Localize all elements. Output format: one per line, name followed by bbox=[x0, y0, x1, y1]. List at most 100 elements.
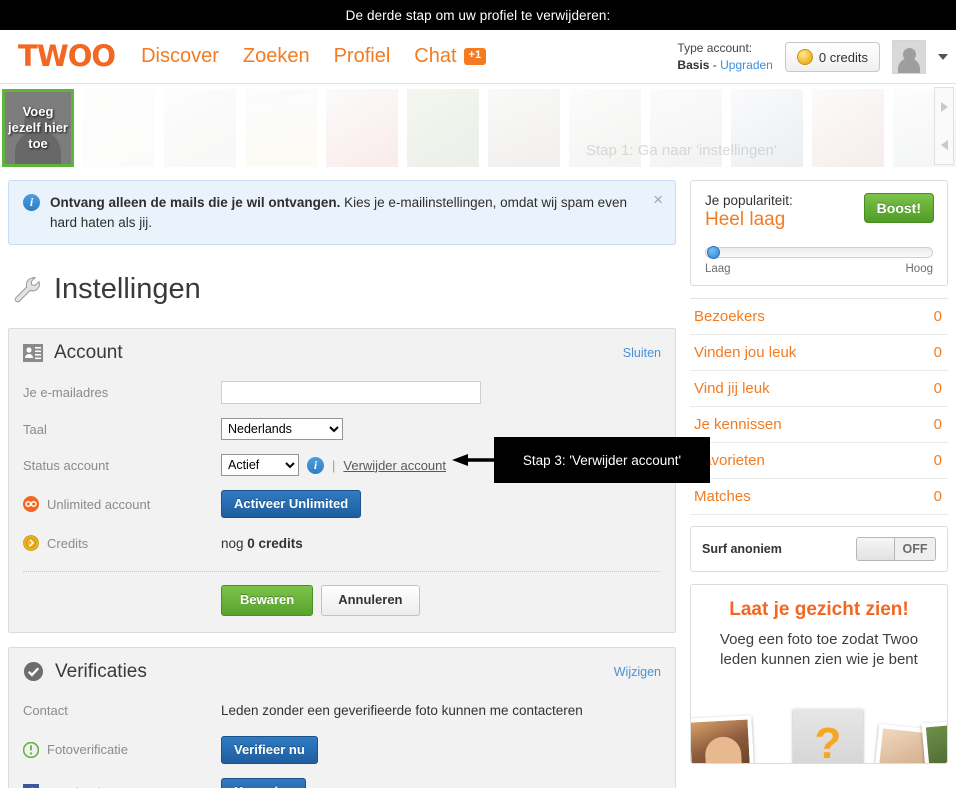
strip-photo[interactable] bbox=[164, 89, 236, 167]
stat-count: 0 bbox=[933, 488, 942, 505]
twoo-logo[interactable]: TWOO bbox=[18, 39, 116, 73]
site-header: TWOO Discover Zoeken Profiel Chat +1 Typ… bbox=[0, 30, 956, 84]
strip-photo[interactable] bbox=[488, 89, 560, 167]
strip-photo[interactable] bbox=[569, 89, 641, 167]
email-field[interactable] bbox=[221, 381, 481, 405]
contact-card-icon bbox=[23, 344, 43, 363]
promo-photo-outdoor bbox=[921, 718, 947, 763]
strip-photo[interactable] bbox=[650, 89, 722, 167]
left-arrow-icon bbox=[452, 454, 500, 466]
promo-text: Voeg een foto toe zodat Twoo leden kunne… bbox=[719, 631, 919, 669]
strip-photo[interactable] bbox=[83, 89, 155, 167]
credits-label: Credits bbox=[47, 535, 89, 551]
stat-row-favorieten[interactable]: Favorieten 0 bbox=[690, 443, 948, 479]
email-label: Je e-mailadres bbox=[23, 385, 109, 401]
stat-row-vind-jij-leuk[interactable]: Vind jij leuk 0 bbox=[690, 371, 948, 407]
promo-photo-man bbox=[691, 715, 755, 763]
verifications-card-title: Verificaties bbox=[55, 660, 147, 682]
delete-account-link[interactable]: Verwijder account bbox=[343, 458, 446, 473]
promo-photos: ? bbox=[691, 697, 947, 763]
save-button[interactable]: Bewaren bbox=[221, 585, 314, 616]
unlimited-label: Unlimited account bbox=[47, 496, 151, 512]
popularity-slider-knob[interactable] bbox=[707, 246, 720, 259]
stat-row-je-kennissen[interactable]: Je kennissen 0 bbox=[690, 407, 948, 443]
credits-prefix: nog bbox=[221, 535, 248, 551]
strip-photo[interactable] bbox=[326, 89, 398, 167]
page-title-text: Instellingen bbox=[54, 273, 201, 306]
account-plan-value: Basis bbox=[677, 58, 710, 72]
chevron-right-icon[interactable] bbox=[940, 102, 948, 112]
coin-icon bbox=[23, 535, 39, 552]
facebook-connect-button[interactable]: Koppelen bbox=[221, 778, 307, 788]
strip-photo[interactable] bbox=[812, 89, 884, 167]
contact-text: Leden zonder een geverifieerde foto kunn… bbox=[221, 703, 583, 719]
account-type-label: Type account: bbox=[677, 40, 753, 55]
promo-photo-placeholder: ? bbox=[793, 709, 863, 763]
surf-anonymous-toggle[interactable]: OFF bbox=[856, 537, 936, 561]
account-card-header: Account Sluiten bbox=[9, 329, 675, 374]
slider-high-label: Hoog bbox=[905, 263, 934, 275]
strip-scroll-arrows[interactable] bbox=[934, 87, 954, 165]
email-settings-notice: i Ontvang alleen de mails die je wil ont… bbox=[8, 180, 676, 246]
stat-row-bezoekers[interactable]: Bezoekers 0 bbox=[690, 299, 948, 335]
account-card-close-link[interactable]: Sluiten bbox=[623, 346, 661, 360]
add-yourself-tile[interactable]: Voeg jezelf hier toe bbox=[2, 89, 74, 167]
account-card-actions: Bewaren Annuleren bbox=[9, 572, 675, 631]
upgrade-link[interactable]: Upgraden bbox=[720, 58, 773, 72]
nav-item-zoeken[interactable]: Zoeken bbox=[243, 45, 310, 68]
account-dash: - bbox=[712, 58, 717, 72]
stat-label: Vind jij leuk bbox=[694, 380, 770, 397]
status-select[interactable]: Actief bbox=[221, 454, 299, 477]
toggle-knob[interactable] bbox=[857, 538, 895, 560]
photo-verify-icon bbox=[23, 741, 39, 758]
notice-bold-text: Ontvang alleen de mails die je wil ontva… bbox=[50, 195, 341, 210]
header-right-group: Type account: Basis - Upgraden 0 credits bbox=[677, 30, 948, 84]
toggle-state-label: OFF bbox=[895, 538, 935, 560]
strip-photo[interactable] bbox=[731, 89, 803, 167]
account-type-block: Type account: Basis - Upgraden bbox=[677, 40, 772, 75]
sidebar: Je populariteit: Heel laag Boost! Laag H… bbox=[690, 172, 948, 764]
add-yourself-label: Voeg jezelf hier toe bbox=[8, 103, 68, 152]
page-body: i Ontvang alleen de mails die je wil ont… bbox=[0, 172, 956, 788]
boost-button[interactable]: Boost! bbox=[863, 193, 934, 223]
popularity-slider[interactable] bbox=[705, 246, 933, 259]
close-icon[interactable]: × bbox=[653, 191, 663, 208]
strip-photo[interactable] bbox=[407, 89, 479, 167]
photoverify-label-group: Fotoverificatie bbox=[23, 741, 221, 758]
nav-item-discover[interactable]: Discover bbox=[141, 45, 219, 68]
nav-item-chat[interactable]: Chat +1 bbox=[414, 45, 487, 68]
verifications-card: Verificaties Wijzigen Contact Leden zond… bbox=[8, 646, 676, 788]
strip-photo[interactable] bbox=[245, 89, 317, 167]
nav-item-profiel[interactable]: Profiel bbox=[334, 45, 391, 68]
stat-row-matches[interactable]: Matches 0 bbox=[690, 479, 948, 515]
status-label: Status account bbox=[23, 457, 109, 473]
step-callout: Stap 3: 'Verwijder account' bbox=[494, 437, 710, 483]
user-avatar-icon[interactable] bbox=[892, 40, 926, 74]
verifications-card-header: Verificaties Wijzigen bbox=[9, 648, 675, 693]
nav-label-zoeken: Zoeken bbox=[242, 45, 310, 67]
activate-unlimited-button[interactable]: Activeer Unlimited bbox=[221, 490, 362, 519]
stat-count: 0 bbox=[933, 380, 942, 397]
info-icon: i bbox=[23, 194, 40, 211]
chevron-down-icon[interactable] bbox=[938, 54, 948, 60]
stat-row-vinden-jou-leuk[interactable]: Vinden jou leuk 0 bbox=[690, 335, 948, 371]
status-info-icon[interactable]: i bbox=[307, 457, 324, 475]
instruction-text: De derde stap om uw profiel te verwijder… bbox=[345, 7, 611, 23]
cancel-button[interactable]: Annuleren bbox=[321, 585, 420, 616]
stat-count: 0 bbox=[933, 344, 942, 361]
verified-check-icon bbox=[23, 661, 44, 682]
facebook-label-group: Facebook bbox=[23, 784, 221, 788]
surf-anonymous-card: Surf anoniem OFF bbox=[690, 526, 948, 572]
coin-icon bbox=[796, 49, 813, 65]
logo-text: TWOO bbox=[18, 39, 116, 73]
photo-strip: Voeg jezelf hier toe Stap 1: Ga naar 'in… bbox=[0, 84, 956, 172]
verifications-edit-link[interactable]: Wijzigen bbox=[614, 665, 661, 679]
main-nav: Discover Zoeken Profiel Chat +1 bbox=[141, 45, 487, 68]
surf-anonymous-label: Surf anoniem bbox=[702, 542, 782, 556]
chevron-left-icon[interactable] bbox=[940, 140, 948, 150]
verify-now-button[interactable]: Verifieer nu bbox=[221, 735, 318, 765]
photo-promo-card: Laat je gezicht zien! Voeg een foto toe … bbox=[690, 584, 948, 764]
language-select[interactable]: Nederlands bbox=[221, 418, 343, 441]
credits-button[interactable]: 0 credits bbox=[784, 42, 880, 72]
photoverify-label: Fotoverificatie bbox=[47, 742, 128, 758]
